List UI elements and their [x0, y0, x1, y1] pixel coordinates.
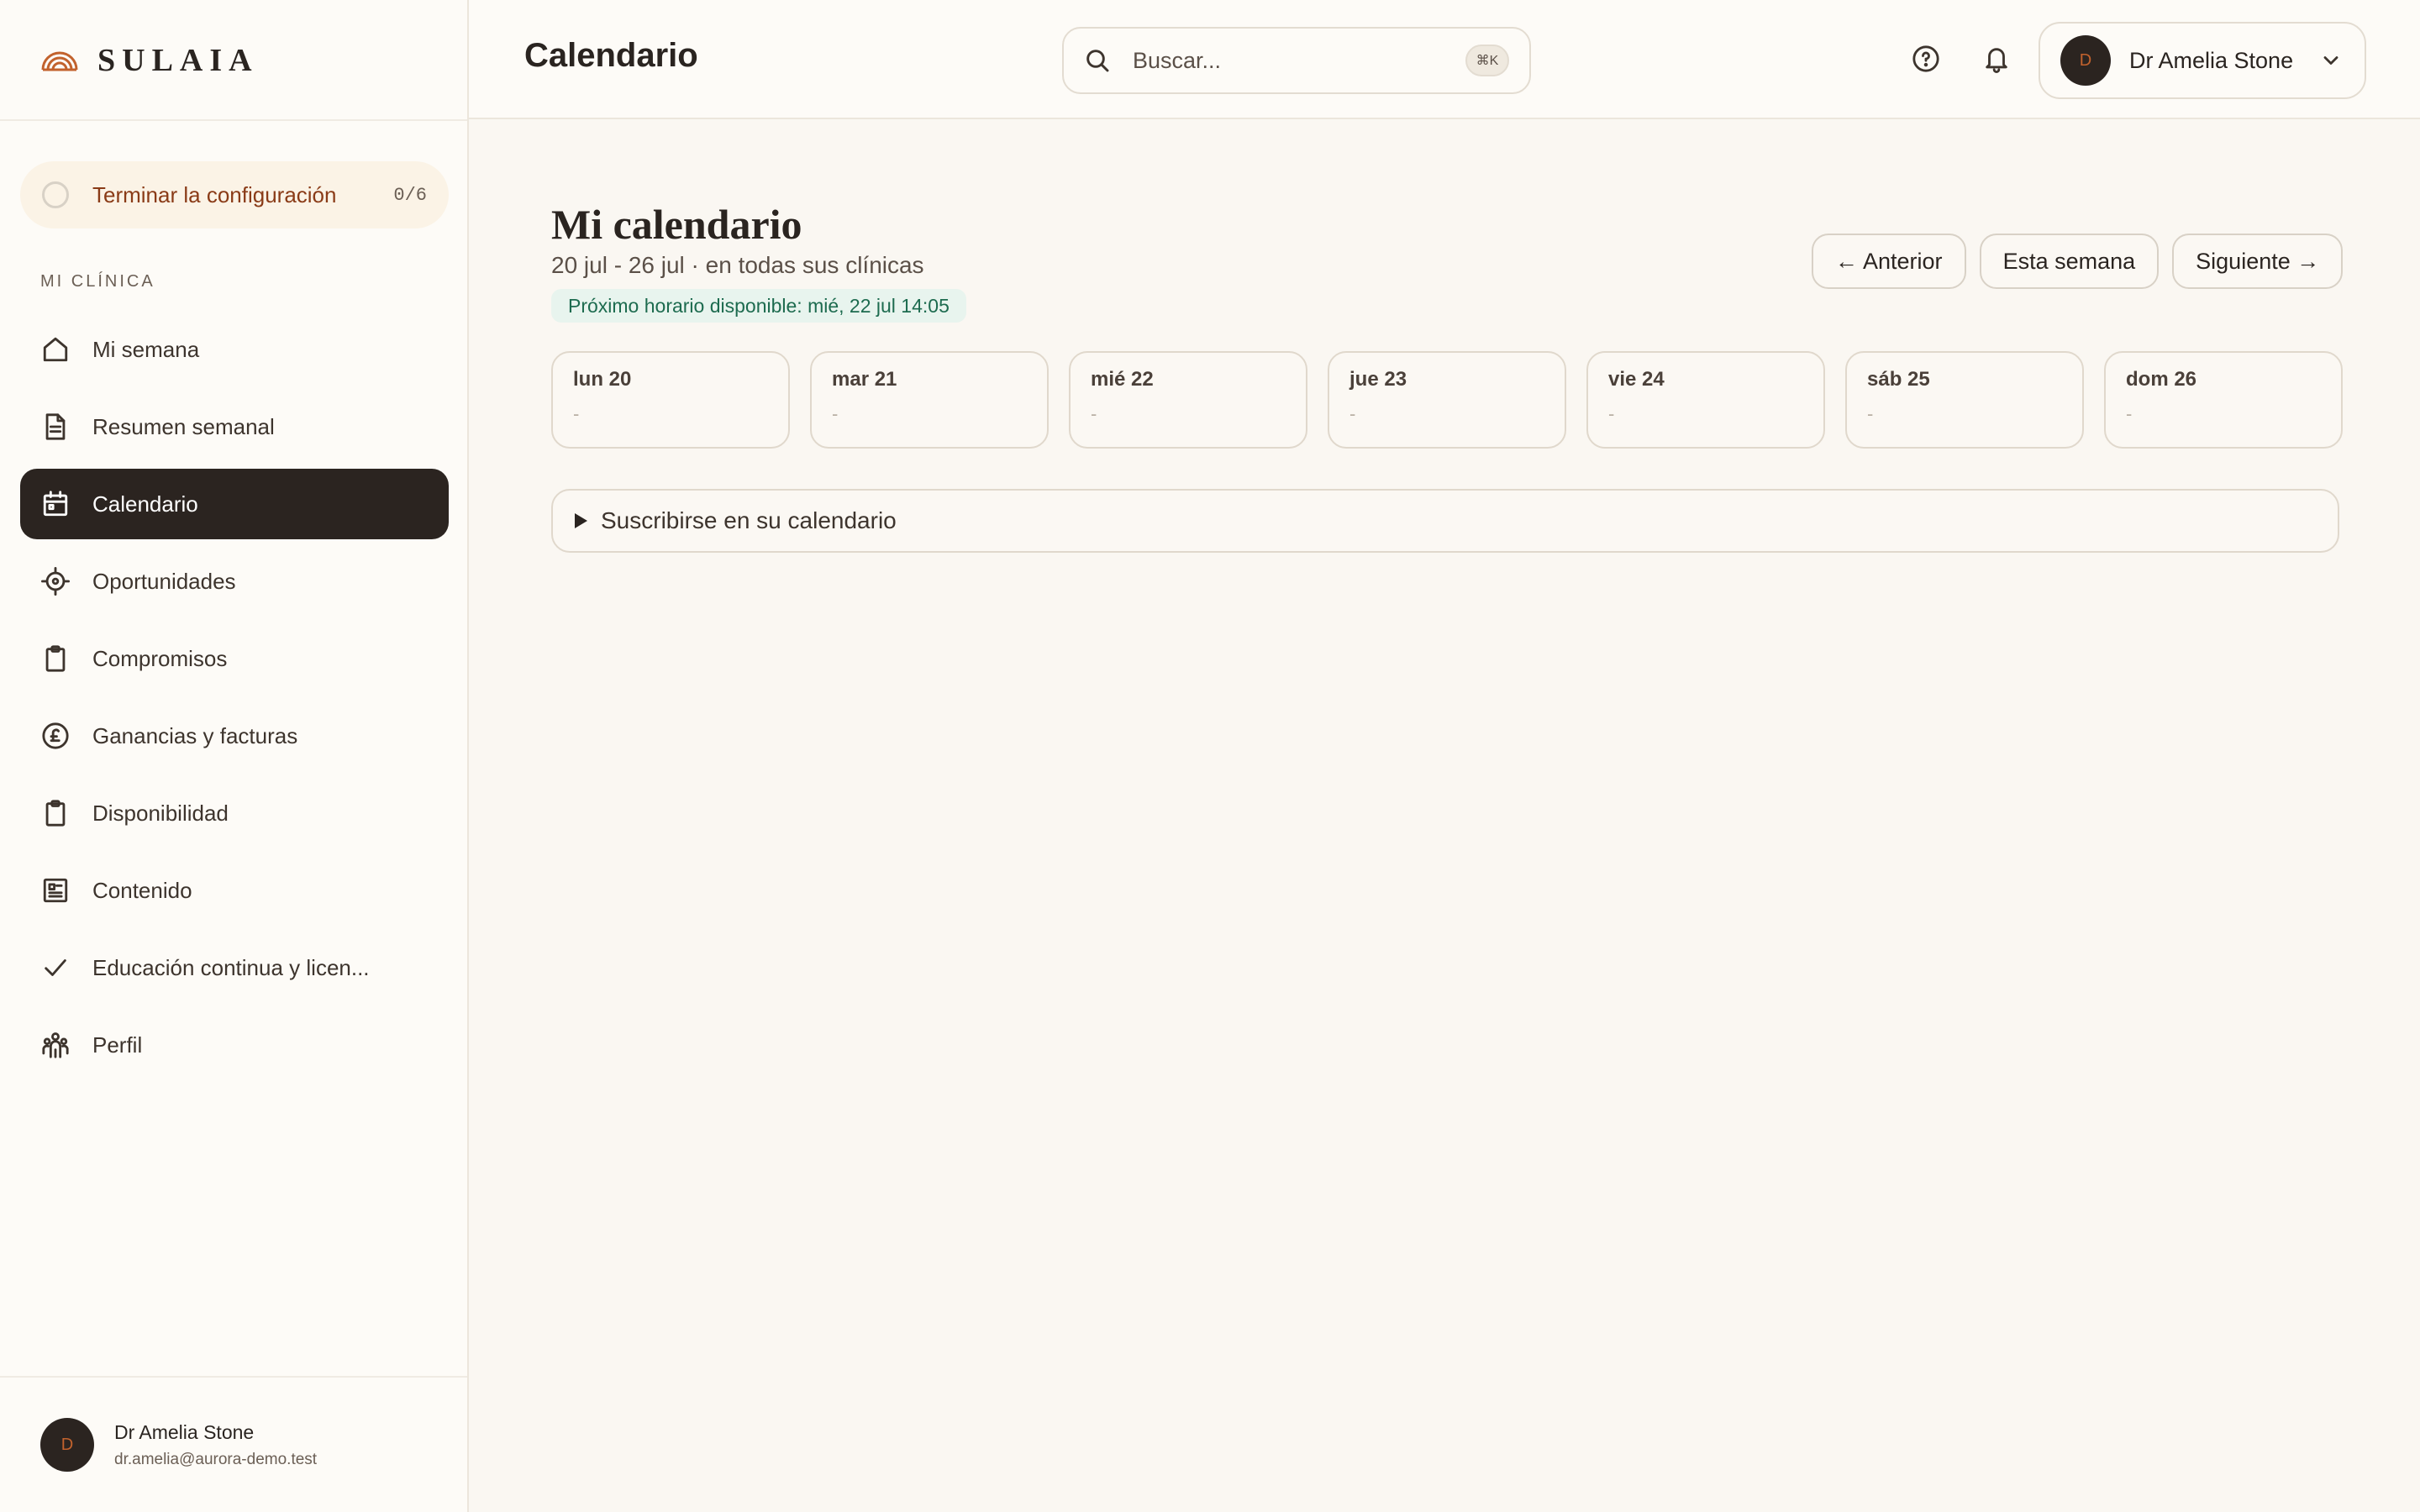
help-icon [1912, 45, 1939, 72]
day-label: mié 22 [1091, 368, 1154, 391]
sidebar-item-oportunidades[interactable]: Oportunidades [20, 546, 449, 617]
sidebar-item-resumen-semanal[interactable]: Resumen semanal [20, 391, 449, 462]
page-title: Calendario [524, 37, 698, 74]
calendar-icon [40, 489, 71, 519]
sidebar-item-label: Educación continua y licen... [92, 954, 370, 980]
home-icon [40, 334, 71, 365]
people-icon [40, 1030, 71, 1060]
sidebar-item-label: Perfil [92, 1032, 143, 1058]
day-card[interactable]: jue 23 - [1328, 351, 1566, 449]
sidebar-item-label: Mi semana [92, 336, 200, 362]
setup-label: Terminar la configuración [92, 181, 337, 207]
topbar: Calendario ⌘K D Dr Amelia Stone [469, 0, 2420, 119]
user-name: Dr Amelia Stone [114, 1420, 255, 1443]
sidebar-item-label: Contenido [92, 877, 192, 903]
day-card[interactable]: mié 22 - [1069, 351, 1307, 449]
day-label: lun 20 [573, 368, 632, 391]
day-card[interactable]: dom 26 - [2104, 351, 2343, 449]
profile-name: Dr Amelia Stone [2129, 47, 2294, 73]
sidebar-item-calendario[interactable]: Calendario [20, 469, 449, 539]
section-label: MI CLÍNICA [40, 272, 155, 291]
day-label: mar 21 [832, 368, 897, 391]
document-icon [40, 412, 71, 442]
disclosure-triangle-icon [575, 513, 587, 528]
pound-icon [40, 721, 71, 751]
sidebar-item-perfil[interactable]: Perfil [20, 1010, 449, 1080]
search-icon [1086, 50, 1109, 72]
day-card[interactable]: vie 24 - [1586, 351, 1825, 449]
sidebar-item-label: Ganancias y facturas [92, 722, 298, 748]
sidebar-item-label: Calendario [92, 491, 198, 517]
sidebar-divider [0, 119, 467, 121]
user-meta: Dr Amelia Stone dr.amelia@aurora-demo.te… [114, 1421, 317, 1469]
day-card[interactable]: sáb 25 - [1845, 351, 2084, 449]
rainbow-logo-icon [41, 51, 78, 71]
clipboard-icon [40, 798, 71, 828]
calendar-subtitle: 20 jul - 26 jul · en todas sus clínicas [551, 252, 924, 278]
this-week-button[interactable]: Esta semana [1979, 234, 2160, 289]
sidebar-user-card[interactable]: D Dr Amelia Stone dr.amelia@aurora-demo.… [40, 1418, 317, 1472]
help-button[interactable] [1907, 40, 1944, 77]
day-value: - [1608, 403, 1615, 424]
sidebar-item-compromisos[interactable]: Compromisos [20, 623, 449, 694]
main-content: Mi calendario 20 jul - 26 jul · en todas… [469, 121, 2420, 1512]
bell-icon [1986, 48, 2007, 73]
sidebar-item-educacion-continua[interactable]: Educación continua y licen... [20, 932, 449, 1003]
week-navigation: ← Anterior Esta semana Siguiente → [1812, 234, 2344, 289]
user-email: dr.amelia@aurora-demo.test [114, 1450, 318, 1468]
clipboard-icon [40, 643, 71, 674]
sidebar: SULAIA Terminar la configuración 0/6 MI … [0, 0, 469, 1512]
chevron-down-icon [2323, 56, 2338, 65]
sidebar-item-disponibilidad[interactable]: Disponibilidad [20, 778, 449, 848]
crosshair-icon [40, 566, 71, 596]
avatar: D [2060, 35, 2111, 86]
calendar-title: Mi calendario [551, 201, 802, 248]
keyboard-shortcut-badge: ⌘K [1465, 45, 1509, 76]
day-label: dom 26 [2126, 368, 2197, 391]
day-value: - [1349, 403, 1356, 424]
setup-progress-card[interactable]: Terminar la configuración 0/6 [20, 161, 449, 228]
next-week-button[interactable]: Siguiente → [2172, 234, 2344, 289]
sidebar-item-ganancias-y-facturas[interactable]: Ganancias y facturas [20, 701, 449, 771]
setup-count: 0/6 [393, 184, 427, 206]
avatar: D [40, 1418, 94, 1472]
day-value: - [832, 403, 839, 424]
sidebar-item-mi-semana[interactable]: Mi semana [20, 314, 449, 385]
sidebar-item-label: Oportunidades [92, 568, 236, 594]
search-box[interactable]: ⌘K [1062, 27, 1531, 94]
day-card[interactable]: lun 20 - [551, 351, 790, 449]
next-available-badge: Próximo horario disponible: mié, 22 jul … [551, 289, 966, 323]
day-value: - [1091, 403, 1097, 424]
search-input[interactable] [1133, 47, 1465, 74]
day-card[interactable]: mar 21 - [810, 351, 1049, 449]
week-days: lun 20 - mar 21 - mié 22 - jue 23 - vie … [551, 351, 2343, 449]
sidebar-item-contenido[interactable]: Contenido [20, 855, 449, 926]
day-value: - [2126, 403, 2133, 424]
sidebar-item-label: Disponibilidad [92, 800, 229, 826]
sidebar-item-label: Resumen semanal [92, 413, 275, 439]
newspaper-icon [40, 875, 71, 906]
app: SULAIA Terminar la configuración 0/6 MI … [0, 0, 2420, 1512]
day-value: - [1867, 403, 1874, 424]
subscribe-label: Suscribirse en su calendario [601, 507, 897, 533]
day-label: jue 23 [1349, 368, 1407, 391]
progress-circle-icon [42, 181, 69, 208]
previous-week-button[interactable]: ← Anterior [1812, 234, 1966, 289]
day-label: sáb 25 [1867, 368, 1930, 391]
profile-menu-button[interactable]: D Dr Amelia Stone [2039, 22, 2366, 99]
check-icon [40, 953, 71, 983]
brand[interactable]: SULAIA [40, 42, 259, 79]
sidebar-footer-divider [0, 1376, 467, 1378]
day-value: - [573, 403, 580, 424]
day-label: vie 24 [1608, 368, 1665, 391]
brand-name: SULAIA [97, 43, 259, 78]
subscribe-calendar-toggle[interactable]: Suscribirse en su calendario [551, 489, 2339, 553]
notifications-button[interactable] [1978, 40, 2015, 77]
sidebar-nav: Mi semana Resumen semanal Calendario Opo… [20, 314, 449, 1087]
sidebar-item-label: Compromisos [92, 645, 228, 671]
